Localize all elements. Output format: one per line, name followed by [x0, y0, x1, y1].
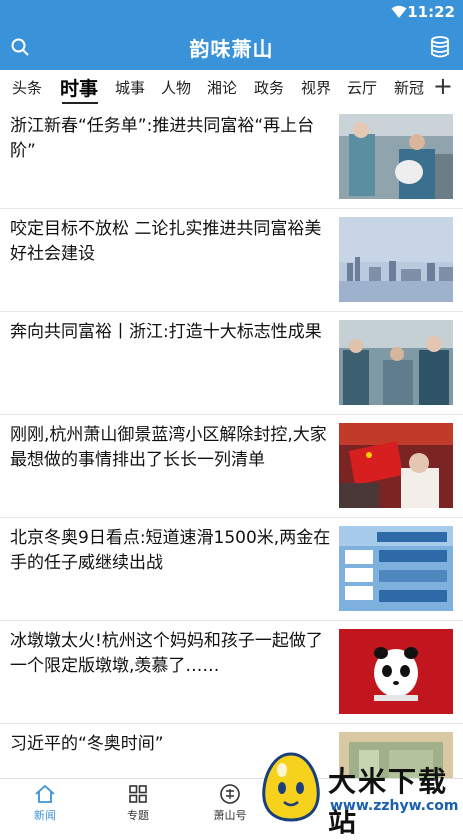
news-item[interactable]: 北京冬奥9日看点:短道速滑1500米,两金在手的任子威继续出战: [0, 518, 463, 621]
news-thumbnail: [339, 423, 453, 508]
tab-government[interactable]: 政务: [254, 77, 284, 98]
tab-city[interactable]: 城事: [115, 77, 145, 98]
news-headline: 冰墩墩太火!杭州这个妈妈和孩子一起做了一个限定版墩墩,羡慕了……: [10, 631, 323, 676]
active-tab-indicator: [62, 102, 98, 104]
watermark: 大米下载站 www.zzhyw.com: [248, 748, 463, 838]
status-bar: 11:22: [0, 0, 463, 24]
tab-headlines[interactable]: 头条: [12, 77, 42, 98]
news-item[interactable]: 冰墩墩太火!杭州这个妈妈和孩子一起做了一个限定版墩墩,羡慕了……: [0, 621, 463, 724]
tab-cloud-hall[interactable]: 云厅: [347, 77, 377, 98]
news-thumbnail: [339, 217, 453, 302]
news-headline: 刚刚,杭州萧山御景蓝湾小区解除封控,大家最想做的事情排出了长长一列清单: [10, 425, 327, 470]
news-headline: 奔向共同富裕丨浙江:打造十大标志性成果: [10, 322, 322, 342]
add-tab-icon[interactable]: +: [433, 72, 453, 100]
news-thumbnail: [339, 629, 453, 714]
tab-people[interactable]: 人物: [161, 77, 191, 98]
app-title: 韵味萧山: [189, 37, 274, 61]
news-headline: 北京冬奥9日看点:短道速滑1500米,两金在手的任子威继续出战: [10, 528, 331, 573]
nav-topics[interactable]: 专题: [108, 783, 168, 823]
watermark-url: www.zzhyw.com: [330, 798, 459, 814]
tab-covid[interactable]: 新冠: [394, 77, 424, 98]
nav-topics-label: 专题: [127, 809, 149, 822]
tab-current-affairs[interactable]: 时事: [60, 74, 98, 101]
news-item[interactable]: 浙江新春“任务单”:推进共同富裕“再上台阶”: [0, 106, 463, 209]
home-icon: [35, 784, 55, 803]
database-icon[interactable]: [429, 35, 451, 59]
news-item[interactable]: 刚刚,杭州萧山御景蓝湾小区解除封控,大家最想做的事情排出了长长一列清单: [0, 415, 463, 518]
tab-commentary[interactable]: 湘论: [207, 77, 237, 98]
wifi-icon: [391, 5, 407, 18]
nav-news-label: 新闻: [34, 809, 56, 822]
grid-icon: [129, 785, 147, 803]
badge-icon: [220, 784, 240, 804]
news-item[interactable]: 奔向共同富裕丨浙江:打造十大标志性成果: [0, 312, 463, 415]
nav-news[interactable]: 新闻: [15, 783, 75, 823]
status-time: 11:22: [407, 3, 455, 21]
news-item[interactable]: 咬定目标不放松 二论扎实推进共同富裕美好社会建设: [0, 209, 463, 312]
tab-vision[interactable]: 视界: [301, 77, 331, 98]
news-thumbnail: [339, 114, 453, 199]
app-header: 韵味萧山: [0, 24, 463, 70]
news-headline: 浙江新春“任务单”:推进共同富裕“再上台阶”: [10, 116, 315, 161]
category-tabs: 头条 时事 城事 人物 湘论 政务 视界 云厅 新冠 +: [0, 70, 463, 106]
news-headline: 咬定目标不放松 二论扎实推进共同富裕美好社会建设: [10, 219, 322, 264]
news-list: 浙江新春“任务单”:推进共同富裕“再上台阶” 咬定目标不放松 二论扎实推进共同富…: [0, 106, 463, 778]
news-thumbnail: [339, 320, 453, 405]
news-thumbnail: [339, 526, 453, 611]
egg-logo-icon: [262, 752, 320, 822]
